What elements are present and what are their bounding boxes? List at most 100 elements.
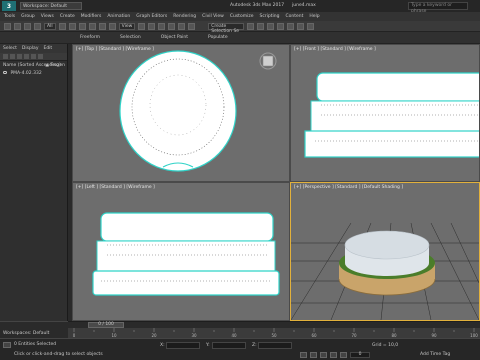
render-icon[interactable] xyxy=(307,22,315,30)
menu-tools[interactable]: Tools xyxy=(4,14,15,19)
align-icon[interactable] xyxy=(188,22,196,30)
timeline-track[interactable]: 0 10 20 30 40 50 60 70 80 90 100 xyxy=(68,328,480,338)
percent-snap-icon[interactable] xyxy=(168,22,176,30)
render-setup-icon[interactable] xyxy=(287,22,295,30)
maxscript-listener-icon[interactable] xyxy=(3,342,11,348)
menu-create[interactable]: Create xyxy=(60,14,75,19)
x-coord-field[interactable] xyxy=(166,342,200,349)
unlink-icon[interactable] xyxy=(34,22,41,30)
object-name: PMA-4.02.332 xyxy=(10,71,42,76)
explorer-tab-select[interactable]: Select xyxy=(3,46,17,51)
snap-icon[interactable] xyxy=(148,22,156,30)
add-time-tag-button[interactable]: Add Time Tag xyxy=(420,352,450,357)
mirror-icon[interactable] xyxy=(178,22,186,30)
current-frame-field[interactable]: 0 xyxy=(350,352,370,358)
rotate-icon[interactable] xyxy=(98,22,106,30)
menu-help[interactable]: Help xyxy=(309,14,319,19)
left-object-base xyxy=(92,270,280,296)
playback-controls xyxy=(300,352,347,358)
ribbon-tab-freeform[interactable]: Freeform xyxy=(80,35,100,40)
ribbon-tab-populate[interactable]: Populate xyxy=(208,35,228,40)
app-logo-icon[interactable]: 3 xyxy=(2,1,16,11)
select-object-icon[interactable] xyxy=(58,22,66,30)
schematic-icon[interactable] xyxy=(267,22,275,30)
viewport-perspective[interactable]: [+] [Perspective ] [Standard ] [Default … xyxy=(290,182,480,321)
viewport-front[interactable]: [+] [Front ] [Standard ] [Wireframe ] xyxy=(290,44,480,182)
viewport-top[interactable]: [+] [Top ] [Standard ] [Wireframe ] xyxy=(72,44,290,182)
list-item[interactable]: PMA-4.02.332 xyxy=(0,69,67,77)
ribbon-tabs: Freeform Selection Object Paint Populate xyxy=(0,32,480,44)
left-wireframe xyxy=(92,212,280,296)
previous-frame-icon[interactable] xyxy=(310,352,317,358)
menu-modifiers[interactable]: Modifiers xyxy=(81,14,102,19)
visibility-eye-icon[interactable] xyxy=(3,71,7,74)
menu-content[interactable]: Content xyxy=(285,14,303,19)
light-filter-icon[interactable] xyxy=(24,54,29,59)
filter-icon[interactable] xyxy=(3,54,8,59)
file-name: june4.max xyxy=(292,3,316,8)
status-bar: 0 Entities Selected Click or click-and-d… xyxy=(0,338,480,360)
render-frame-icon[interactable] xyxy=(297,22,305,30)
shape-filter-icon[interactable] xyxy=(17,54,22,59)
go-to-end-icon[interactable] xyxy=(340,352,347,358)
left-object-cap xyxy=(100,212,274,242)
menu-group[interactable]: Group xyxy=(21,14,35,19)
geometry-filter-icon[interactable] xyxy=(10,54,15,59)
viewport-label-top[interactable]: [+] [Top ] [Standard ] [Wireframe ] xyxy=(76,47,154,52)
menu-animation[interactable]: Animation xyxy=(107,14,130,19)
viewport-label-front[interactable]: [+] [Front ] [Standard ] [Wireframe ] xyxy=(294,47,376,52)
frozen-column-header[interactable]: ▲ Frozen xyxy=(45,63,65,68)
workspace-selector[interactable]: Workspace: Default xyxy=(20,2,82,10)
select-region-icon[interactable] xyxy=(78,22,86,30)
menu-rendering[interactable]: Rendering xyxy=(173,14,196,19)
ribbon-tab-selection[interactable]: Selection xyxy=(120,35,141,40)
redo-icon[interactable] xyxy=(14,22,21,30)
curve-editor-icon[interactable] xyxy=(257,22,265,30)
undo-icon[interactable] xyxy=(4,22,11,30)
front-object-base xyxy=(304,130,479,158)
menu-scripting[interactable]: Scripting xyxy=(259,14,279,19)
pivot-icon[interactable] xyxy=(138,22,146,30)
selection-set-dropdown[interactable]: Create Selection Se xyxy=(208,22,245,34)
next-frame-icon[interactable] xyxy=(330,352,337,358)
menu-views[interactable]: Views xyxy=(41,14,54,19)
explorer-tabs: Select Display Edit xyxy=(0,44,67,53)
layer-icon[interactable] xyxy=(247,22,255,30)
menu-customize[interactable]: Customize xyxy=(230,14,254,19)
viewcube-icon xyxy=(259,52,277,70)
explorer-header-row[interactable]: Name (Sorted Ascending) ▲ Frozen xyxy=(0,61,67,69)
perspective-object xyxy=(338,230,436,296)
app-title: Autodesk 3ds Max 2017 xyxy=(230,3,285,8)
select-by-name-icon[interactable] xyxy=(68,22,76,30)
camera-filter-icon[interactable] xyxy=(31,54,36,59)
explorer-tab-display[interactable]: Display xyxy=(22,46,39,51)
prompt-line: Click or click-and-drag to select object… xyxy=(14,352,103,357)
viewport-label-left[interactable]: [+] [Left ] [Standard ] [Wireframe ] xyxy=(76,185,155,190)
explorer-tab-edit[interactable]: Edit xyxy=(43,46,52,51)
time-slider[interactable]: 0 / 100 xyxy=(68,321,480,328)
reference-coord-dropdown[interactable]: View xyxy=(118,22,136,30)
scale-icon[interactable] xyxy=(108,22,116,30)
move-icon[interactable] xyxy=(88,22,96,30)
viewport-label-perspective[interactable]: [+] [Perspective ] [Standard ] [Default … xyxy=(294,185,403,190)
helper-filter-icon[interactable] xyxy=(38,54,43,59)
main-toolbar: All View Create Selection Se xyxy=(0,21,480,34)
angle-snap-icon[interactable] xyxy=(158,22,166,30)
title-bar: 3 Workspace: Default Autodesk 3ds Max 20… xyxy=(0,0,480,14)
y-coord-field[interactable] xyxy=(212,342,246,349)
link-icon[interactable] xyxy=(24,22,31,30)
workspaces-dropdown[interactable]: Workspaces: Default xyxy=(0,329,68,338)
front-object-body xyxy=(310,100,479,134)
menu-bar: Tools Group Views Create Modifiers Anima… xyxy=(0,12,480,21)
selection-filter-dropdown[interactable]: All xyxy=(44,22,56,30)
menu-civil-view[interactable]: Civil View xyxy=(202,14,224,19)
go-to-start-icon[interactable] xyxy=(300,352,307,358)
viewport-left[interactable]: [+] [Left ] [Standard ] [Wireframe ] xyxy=(72,182,290,321)
scene-explorer: Select Display Edit Name (Sorted Ascendi… xyxy=(0,44,68,329)
play-icon[interactable] xyxy=(320,352,327,358)
search-input[interactable]: Type a keyword or phrase xyxy=(408,2,468,14)
material-editor-icon[interactable] xyxy=(277,22,285,30)
ribbon-tab-object-paint[interactable]: Object Paint xyxy=(161,35,188,40)
menu-graph-editors[interactable]: Graph Editors xyxy=(136,14,167,19)
z-coord-field[interactable] xyxy=(258,342,292,349)
